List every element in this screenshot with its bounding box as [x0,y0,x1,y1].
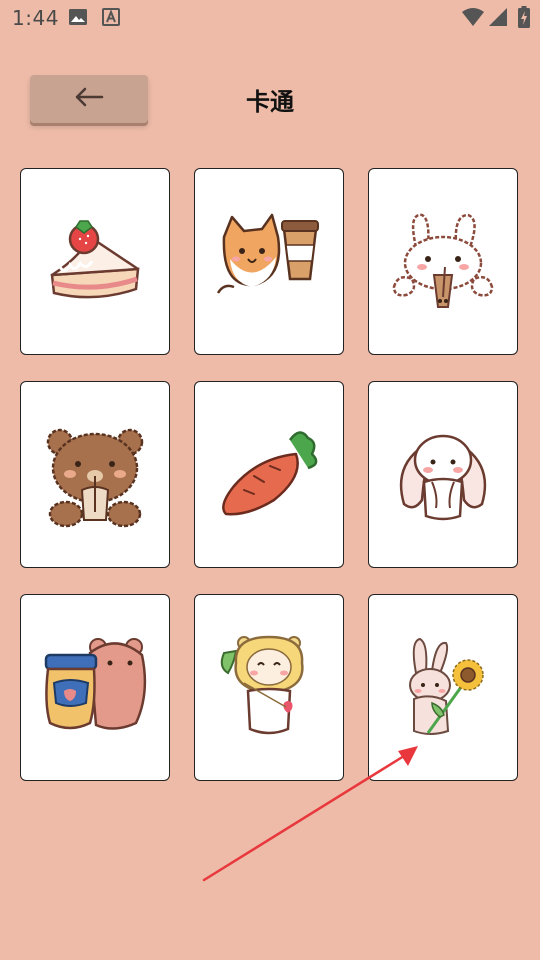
sticker-card-strawberry-cake[interactable] [20,168,170,355]
signal-icon [488,7,508,31]
lop-ear-bunny-icon [399,434,487,520]
sticker-grid [20,168,520,781]
bunny-bubble-tea-icon [392,213,494,308]
sticker-card-bear-honey-jar[interactable] [20,594,170,781]
sticker-card-bunny-sunflower[interactable] [368,594,518,781]
sticker-card-shiba-coffee[interactable] [194,168,344,355]
header: 卡通 [0,60,540,140]
shiba-dog-coffee-icon [216,213,319,294]
sticker-card-bear-flower-hood[interactable] [194,594,344,781]
sticker-card-lop-bunny[interactable] [368,381,518,568]
text-a-icon [102,8,120,30]
back-button[interactable] [30,75,148,123]
sticker-card-carrot[interactable] [194,381,344,568]
strawberry-cake-icon [50,219,140,298]
status-bar: 1:44 [0,0,540,36]
brown-bear-icon [46,428,144,527]
status-time: 1:44 [12,6,59,30]
image-icon [68,8,88,30]
sticker-card-bear-drink[interactable] [20,381,170,568]
bunny-sunflower-icon [409,637,484,735]
battery-charging-icon [518,6,530,32]
bear-flower-hood-icon [220,635,304,734]
arrow-left-icon [74,87,104,111]
carrot-icon [222,430,318,515]
wifi-icon [462,7,484,31]
bear-honey-jar-icon [44,637,147,730]
sticker-card-bunny-bubble-tea[interactable] [368,168,518,355]
